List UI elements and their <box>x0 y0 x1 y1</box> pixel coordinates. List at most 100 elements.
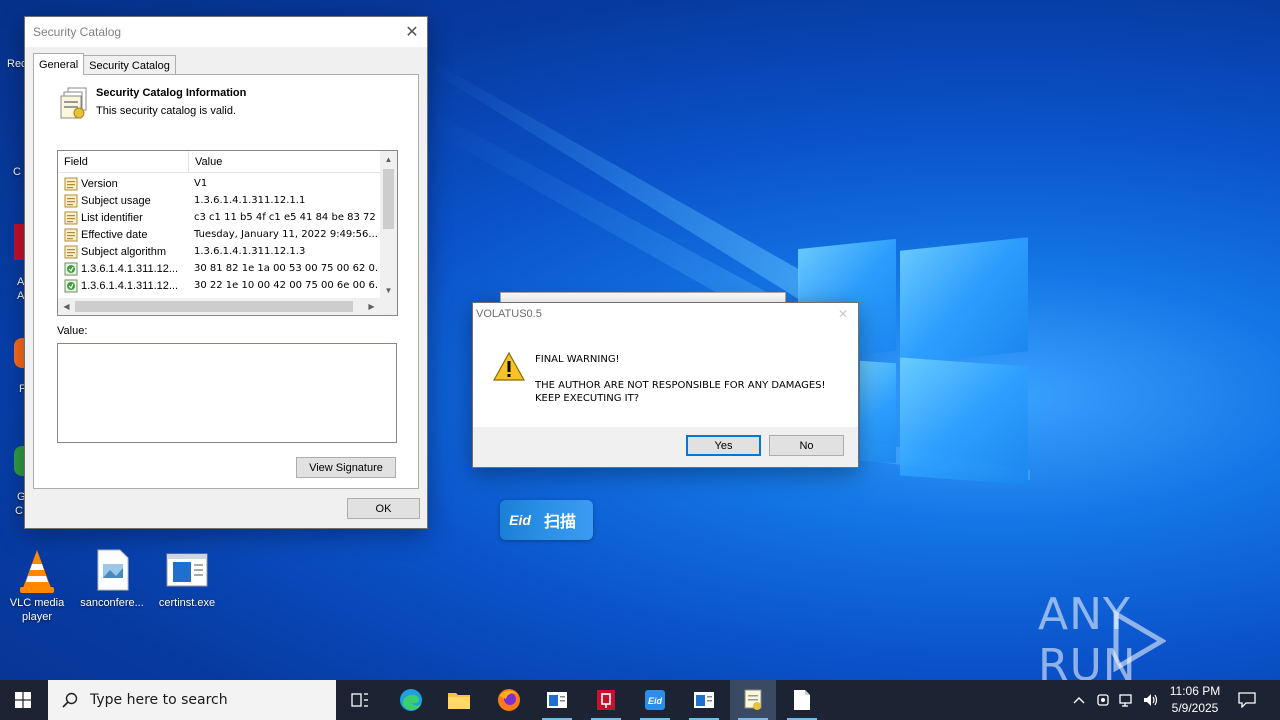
field-cell: Version <box>58 177 189 191</box>
scroll-thumb[interactable] <box>75 301 353 312</box>
task-view-icon <box>351 693 368 707</box>
eid-scan-widget[interactable]: Eid 扫描 <box>500 500 593 540</box>
taskbar-certinst[interactable] <box>534 680 580 720</box>
taskbar-file-explorer[interactable] <box>436 680 482 720</box>
tab-security-catalog[interactable]: Security Catalog <box>83 55 176 75</box>
tray-overflow-icon[interactable] <box>1068 680 1090 720</box>
field-cell: Subject usage <box>58 194 189 208</box>
tab-general[interactable]: General <box>33 53 85 75</box>
warning-line-3: KEEP EXECUTING IT? <box>535 393 640 404</box>
scroll-right-icon[interactable]: ▶ <box>363 298 380 315</box>
desktop-icon-label: player <box>22 611 52 623</box>
fields-list[interactable]: Field Value Version V1 Subject usage 1.3.6.… <box>57 150 398 316</box>
taskbar-firefox[interactable] <box>486 680 532 720</box>
desktop-icon-label: sanconfere... <box>80 597 144 609</box>
value-label: Value: <box>57 325 88 337</box>
firefox-icon <box>498 689 520 711</box>
field-value: Tuesday, January 11, 2022 9:49:56... <box>194 229 378 240</box>
taskbar-edge[interactable] <box>388 680 434 720</box>
windows-logo-pane <box>860 360 896 464</box>
field-name: Subject algorithm <box>81 245 166 258</box>
edge-icon <box>400 689 422 711</box>
extension-icon <box>64 279 78 293</box>
field-cell: Subject algorithm <box>58 245 189 259</box>
field-value: V1 <box>194 178 208 189</box>
scroll-corner <box>380 298 397 315</box>
list-item[interactable]: List identifier c3 c1 11 b5 4f c1 e5 41 8… <box>58 209 380 226</box>
desktop-icon-vlc[interactable]: VLC media player <box>0 548 74 624</box>
field-value: 30 81 82 1e 1a 00 53 00 75 00 62 0... <box>194 263 379 274</box>
watermark-play-icon <box>1113 610 1166 672</box>
scroll-thumb[interactable] <box>383 169 394 229</box>
yes-button[interactable]: Yes <box>686 435 761 456</box>
field-value: c3 c1 11 b5 4f c1 e5 41 84 be 83 72 ... <box>194 212 379 223</box>
scroll-left-icon[interactable]: ◀ <box>58 298 75 315</box>
close-icon[interactable]: ✕ <box>828 303 858 325</box>
tray-app-icon[interactable] <box>1093 680 1113 720</box>
windows-logo-pane <box>900 237 1028 365</box>
desktop-icon-fragment[interactable]: C <box>13 166 21 178</box>
search-placeholder: Type here to search <box>90 692 228 708</box>
catalog-certificate-icon <box>60 87 90 119</box>
list-item[interactable]: Version V1 <box>58 175 380 192</box>
red-app-icon <box>597 690 615 710</box>
no-button[interactable]: No <box>769 435 844 456</box>
close-icon[interactable]: ✕ <box>397 17 427 47</box>
taskbar-document[interactable] <box>779 680 825 720</box>
clock-time: 11:06 PM <box>1169 684 1221 698</box>
message-area: FINAL WARNING! THE AUTHOR ARE NOT RESPON… <box>473 325 858 427</box>
app-icon-orange[interactable] <box>14 338 24 368</box>
list-item[interactable]: Effective date Tuesday, January 11, 2022 … <box>58 226 380 243</box>
column-header-field[interactable]: Field <box>58 151 189 173</box>
exe-window-icon <box>165 548 209 592</box>
list-item[interactable]: 1.3.6.1.4.1.311.12... 30 81 82 1e 1a 00 5… <box>58 260 380 277</box>
vertical-scrollbar[interactable]: ▲ ▼ <box>380 151 397 299</box>
value-textbox[interactable] <box>57 343 397 443</box>
scroll-up-icon[interactable]: ▲ <box>380 151 397 168</box>
list-item[interactable]: 1.3.6.1.4.1.311.12... 30 22 1e 10 00 42 0… <box>58 277 380 294</box>
scroll-down-icon[interactable]: ▼ <box>380 282 397 299</box>
horizontal-scrollbar[interactable]: ◀ ▶ <box>58 298 380 315</box>
volume-icon[interactable] <box>1140 680 1162 720</box>
ok-button[interactable]: OK <box>347 498 420 519</box>
field-name: Version <box>81 177 118 190</box>
taskbar-security-catalog[interactable] <box>730 680 776 720</box>
network-icon[interactable] <box>1116 680 1138 720</box>
info-title: Security Catalog Information <box>96 87 247 99</box>
taskbar-search-box[interactable]: Type here to search <box>48 680 336 720</box>
window-title: VOLATUS0.5 <box>476 308 542 320</box>
window-app-icon <box>694 692 714 708</box>
taskbar-window-app[interactable] <box>681 680 727 720</box>
title-bar[interactable]: VOLATUS0.5 ✕ <box>473 303 858 325</box>
list-item[interactable]: Subject usage 1.3.6.1.4.1.311.12.1.1 <box>58 192 380 209</box>
field-name: Effective date <box>81 228 148 241</box>
field-cell: 1.3.6.1.4.1.311.12... <box>58 279 189 293</box>
taskbar-clock[interactable]: 11:06 PM 5/9/2025 <box>1160 683 1230 717</box>
desktop-icon-certinst[interactable]: certinst.exe <box>150 548 224 610</box>
field-cell: Effective date <box>58 228 189 242</box>
window-title: Security Catalog <box>33 25 122 39</box>
column-header-value[interactable]: Value <box>189 151 222 173</box>
view-signature-button[interactable]: View Signature <box>296 457 396 478</box>
window-app-icon <box>547 692 567 708</box>
task-view-button[interactable] <box>337 680 383 720</box>
eid-app-icon: Eid <box>645 690 665 710</box>
desktop-icon-sanconference[interactable]: sanconfere... <box>75 548 149 610</box>
notifications-icon[interactable] <box>1232 680 1262 720</box>
field-value: 1.3.6.1.4.1.311.12.1.3 <box>194 246 306 257</box>
field-name: List identifier <box>81 211 143 224</box>
warning-line-2: THE AUTHOR ARE NOT RESPONSIBLE FOR ANY D… <box>535 380 826 391</box>
app-icon-green[interactable] <box>14 446 24 476</box>
warning-icon <box>492 351 526 382</box>
clock-date: 5/9/2025 <box>1171 701 1219 715</box>
desktop-icon-fragment[interactable]: C <box>15 505 23 517</box>
taskbar-red-app[interactable] <box>583 680 629 720</box>
start-button[interactable] <box>0 680 46 720</box>
vlc-cone-icon <box>15 548 59 593</box>
field-name: 1.3.6.1.4.1.311.12... <box>81 262 179 275</box>
taskbar-eid[interactable]: Eid <box>632 680 678 720</box>
app-icon-red[interactable] <box>14 224 24 260</box>
title-bar[interactable]: Security Catalog ✕ <box>25 17 427 47</box>
list-item[interactable]: Subject algorithm 1.3.6.1.4.1.311.12.1.3 <box>58 243 380 260</box>
document-icon <box>64 211 78 225</box>
